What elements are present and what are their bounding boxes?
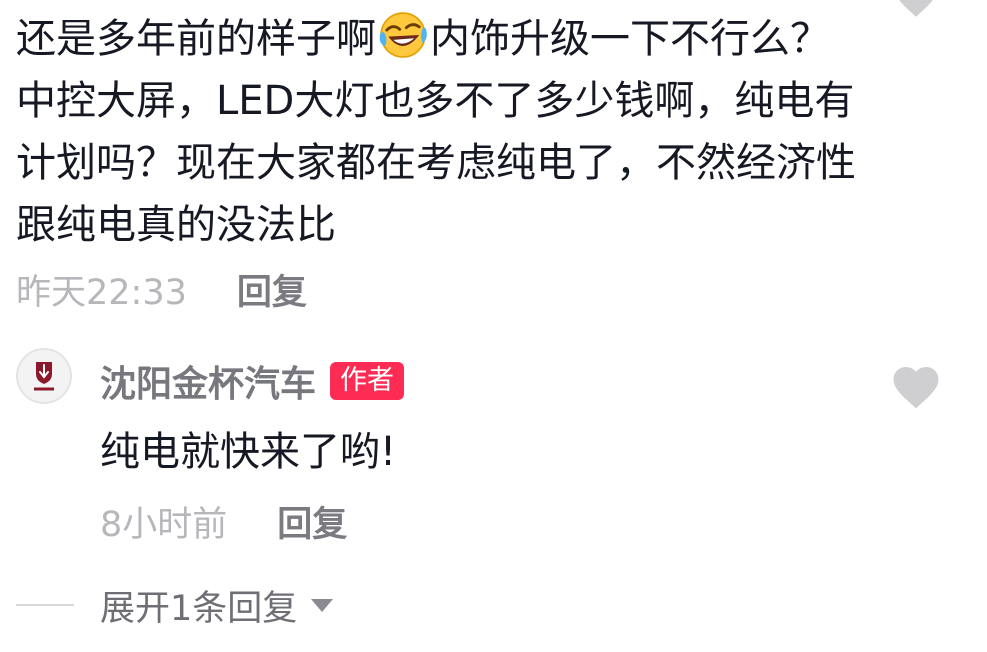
- comment-like-heart-icon[interactable]: [892, 0, 940, 18]
- comment-text-part1: 还是多年前的样子啊: [16, 16, 376, 62]
- reply-meta-row: 8小时前 回复: [100, 496, 347, 546]
- comment-meta-row: 昨天22:33 回复: [16, 264, 307, 314]
- expand-replies-button[interactable]: 展开1条回复: [16, 580, 335, 630]
- comment-text: 还是多年前的样子啊 内饰升级一下不行么？中控大屏，LED大灯也多不了多少钱啊，纯…: [16, 8, 866, 256]
- author-name[interactable]: 沈阳金杯汽车: [100, 355, 316, 407]
- reply-text: 纯电就快来了哟!: [100, 429, 397, 475]
- laughing-crying-emoji-icon: [379, 12, 427, 58]
- reply-timestamp: 8小时前: [100, 504, 228, 545]
- divider-line: [16, 604, 74, 606]
- comment-reply-button[interactable]: 回复: [237, 264, 307, 315]
- reply-author-row: 沈阳金杯汽车 作者: [100, 355, 405, 407]
- expand-replies-label[interactable]: 展开1条回复: [100, 580, 297, 631]
- comment-timestamp: 昨天22:33: [16, 272, 187, 313]
- caret-down-icon[interactable]: [309, 596, 335, 614]
- reply-like-heart-icon[interactable]: [889, 360, 943, 410]
- author-badge: 作者: [330, 362, 405, 400]
- author-avatar[interactable]: [16, 348, 72, 404]
- jinbei-logo-icon: [31, 362, 57, 393]
- reply-reply-button[interactable]: 回复: [277, 496, 347, 547]
